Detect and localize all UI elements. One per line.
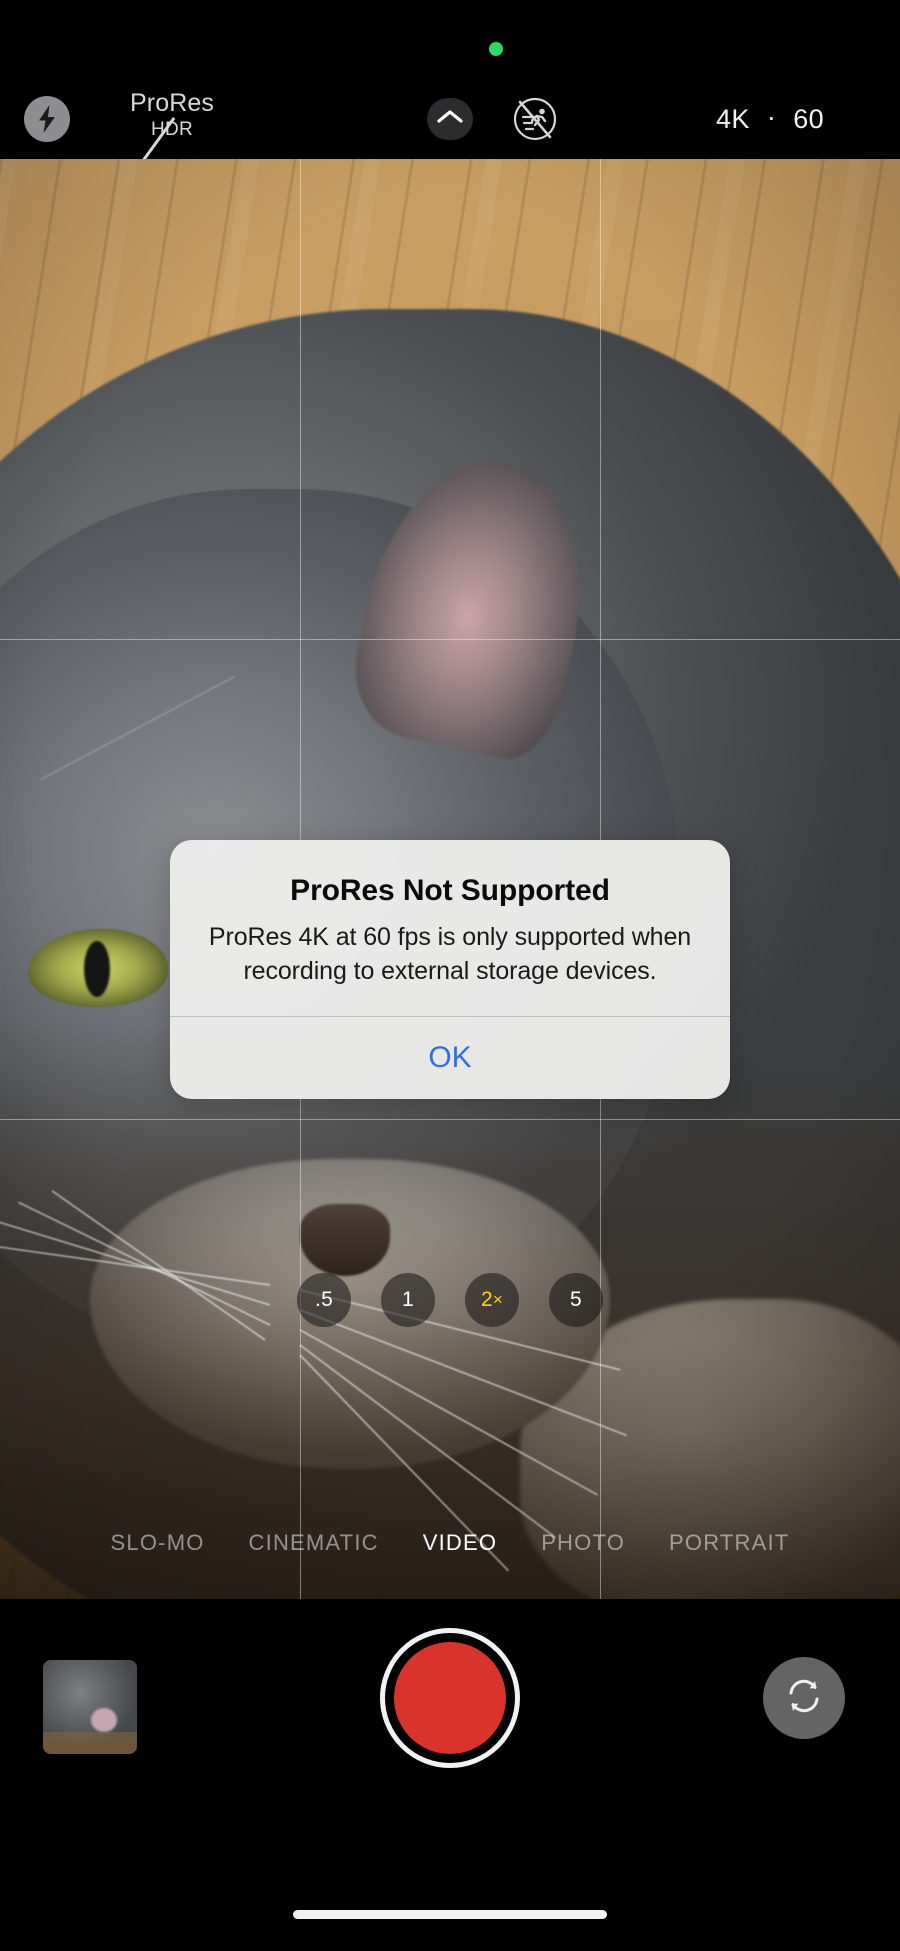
- zoom-option-3[interactable]: 5: [549, 1273, 603, 1327]
- mode-slo-mo[interactable]: SLO-MO: [111, 1530, 205, 1556]
- mode-photo[interactable]: PHOTO: [541, 1530, 625, 1556]
- recording-indicator-dot: [489, 42, 503, 56]
- alert-ok-button[interactable]: OK: [170, 1017, 730, 1099]
- mode-video[interactable]: VIDEO: [423, 1530, 497, 1556]
- flip-camera-button[interactable]: [763, 1657, 845, 1739]
- home-indicator[interactable]: [293, 1910, 607, 1919]
- camera-top-controls: ProRes HDR 4K · 60: [0, 78, 900, 174]
- zoom-option-label: .5: [315, 1288, 333, 1311]
- fps-label[interactable]: 60: [793, 104, 824, 135]
- capture-controls: [0, 1600, 900, 1835]
- resolution-fps-control[interactable]: 4K · 60: [716, 102, 824, 135]
- flash-button[interactable]: [24, 96, 70, 142]
- zoom-option-label: 1: [402, 1288, 414, 1311]
- thumbnail-floor: [43, 1732, 137, 1754]
- record-button[interactable]: [380, 1628, 520, 1768]
- record-button-fill: [394, 1642, 506, 1754]
- status-bar: [0, 0, 900, 78]
- mode-cinematic[interactable]: CINEMATIC: [249, 1530, 379, 1556]
- prores-not-supported-alert: ProRes Not Supported ProRes 4K at 60 fps…: [170, 840, 730, 1099]
- zoom-option-suffix: ×: [492, 1290, 504, 1309]
- flip-camera-icon: [782, 1674, 826, 1723]
- grid-line-horizontal-1: [0, 639, 900, 640]
- zoom-option-0[interactable]: .5: [297, 1273, 351, 1327]
- thumbnail-detail: [91, 1708, 117, 1732]
- resolution-label[interactable]: 4K: [716, 104, 750, 135]
- prores-sub-label: HDR: [150, 119, 194, 140]
- zoom-option-label: 5: [570, 1288, 582, 1311]
- last-photo-thumbnail[interactable]: [43, 1660, 137, 1754]
- chevron-up-icon: [437, 109, 463, 130]
- grid-line-horizontal-2: [0, 1119, 900, 1120]
- zoom-option-2[interactable]: 2 ×: [465, 1273, 519, 1327]
- action-mode-off-icon: [511, 97, 559, 147]
- capture-mode-selector[interactable]: SLO-MO CINEMATIC VIDEO PHOTO PORTRAIT: [0, 1530, 900, 1556]
- prores-main-label: ProRes: [130, 89, 214, 117]
- prores-toggle[interactable]: ProRes HDR: [112, 89, 232, 140]
- zoom-option-label: 2: [480, 1288, 493, 1311]
- alert-title: ProRes Not Supported: [290, 874, 610, 907]
- zoom-level-selector[interactable]: .5 1 2 × 5: [0, 1273, 900, 1327]
- alert-message: ProRes 4K at 60 fps is only supported wh…: [208, 923, 692, 985]
- alert-body: ProRes Not Supported ProRes 4K at 60 fps…: [170, 840, 730, 1016]
- camera-app-screen: ProRes HDR 4K · 60 .5 1 2 × 5 SLO-MO CIN…: [0, 0, 900, 1951]
- flash-icon: [36, 105, 58, 133]
- bottom-safe-area: [0, 1835, 900, 1951]
- mode-portrait[interactable]: PORTRAIT: [669, 1530, 789, 1556]
- expand-controls-button[interactable]: [427, 98, 473, 140]
- zoom-option-1[interactable]: 1: [381, 1273, 435, 1327]
- action-mode-button[interactable]: [511, 95, 559, 143]
- resolution-fps-separator: ·: [766, 102, 777, 132]
